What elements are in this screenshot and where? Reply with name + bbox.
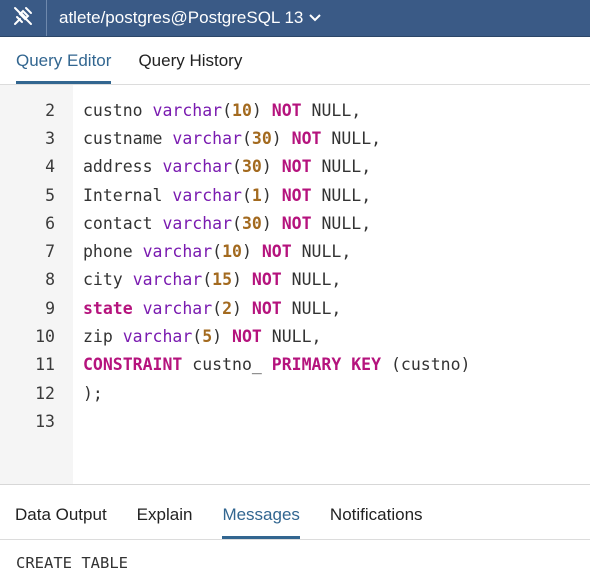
null-keyword: NULL, — [331, 128, 382, 148]
type-keyword: varchar — [142, 298, 213, 318]
size-value: 1 — [251, 185, 262, 205]
size-value: 30 — [241, 157, 262, 177]
column-name: contact — [83, 213, 153, 233]
tab-query-history[interactable]: Query History — [138, 51, 242, 84]
code-line: 7 phone varchar(10) NOT NULL, — [0, 237, 590, 265]
sql-editor[interactable]: 2 custno varchar(10) NOT NULL, 3 custnam… — [0, 85, 590, 485]
size-value: 5 — [202, 327, 213, 347]
tab-data-output[interactable]: Data Output — [15, 505, 107, 539]
column-name: zip — [83, 327, 113, 347]
line-number: 7 — [45, 242, 55, 262]
messages-panel: CREATE TABLE — [0, 540, 590, 572]
code-line: 6 contact varchar(30) NOT NULL, — [0, 209, 590, 237]
not-keyword: NOT — [281, 185, 312, 205]
column-name: custno — [83, 100, 143, 120]
code-line: 9 state varchar(2) NOT NULL, — [0, 294, 590, 322]
connection-plug-icon — [12, 5, 34, 32]
null-keyword: NULL, — [271, 327, 322, 347]
tab-query-editor[interactable]: Query Editor — [16, 51, 112, 84]
code-line: 12 ); — [0, 379, 590, 407]
not-keyword: NOT — [261, 242, 292, 262]
line-number: 12 — [35, 383, 55, 403]
line-number: 10 — [35, 327, 55, 347]
line-number: 4 — [45, 157, 55, 177]
size-value: 30 — [241, 213, 262, 233]
type-keyword: varchar — [162, 157, 233, 177]
column-name: custname — [83, 128, 163, 148]
line-number: 11 — [35, 355, 55, 375]
connection-bar: atlete/postgres@PostgreSQL 13 — [0, 0, 590, 37]
type-keyword: varchar — [152, 100, 223, 120]
column-name: state — [83, 298, 133, 318]
column-name: phone — [83, 242, 133, 262]
not-keyword: NOT — [291, 128, 322, 148]
closing-paren: ); — [83, 383, 103, 403]
constraint-columns: (custno) — [390, 355, 471, 375]
type-keyword: varchar — [172, 185, 242, 205]
null-keyword: NULL, — [291, 298, 342, 318]
column-name: Internal — [83, 185, 163, 205]
null-keyword: NULL, — [291, 270, 342, 290]
line-number: 3 — [45, 128, 55, 148]
connection-status[interactable] — [0, 0, 47, 36]
size-value: 30 — [251, 128, 272, 148]
line-number: 5 — [45, 185, 55, 205]
not-keyword: NOT — [281, 213, 312, 233]
line-number: 2 — [45, 100, 55, 120]
size-value: 2 — [222, 298, 233, 318]
null-keyword: NULL, — [311, 100, 362, 120]
type-keyword: varchar — [172, 128, 242, 148]
code-line: 13 — [0, 407, 590, 435]
column-name: address — [83, 157, 153, 177]
connection-label: atlete/postgres@PostgreSQL 13 — [59, 8, 304, 27]
tab-explain[interactable]: Explain — [137, 505, 193, 539]
not-keyword: NOT — [251, 298, 282, 318]
column-name: city — [83, 270, 123, 290]
line-number: 8 — [45, 270, 55, 290]
type-keyword: varchar — [132, 270, 203, 290]
line-number: 6 — [45, 213, 55, 233]
line-number: 13 — [35, 411, 55, 431]
type-keyword: varchar — [122, 327, 193, 347]
editor-tabs: Query Editor Query History — [0, 37, 590, 85]
code-line: 2 custno varchar(10) NOT NULL, — [0, 96, 590, 124]
not-keyword: NOT — [232, 327, 262, 347]
chevron-down-icon — [309, 14, 322, 22]
size-value: 10 — [232, 100, 252, 120]
tab-messages[interactable]: Messages — [222, 505, 300, 539]
code-line: 10 zip varchar(5) NOT NULL, — [0, 322, 590, 350]
line-number: 9 — [45, 298, 55, 318]
message-text: CREATE TABLE — [16, 554, 128, 572]
not-keyword: NOT — [281, 157, 312, 177]
null-keyword: NULL, — [321, 157, 372, 177]
output-tabs: Data Output Explain Messages Notificatio… — [0, 485, 590, 540]
tab-notifications[interactable]: Notifications — [330, 505, 423, 539]
null-keyword: NULL, — [321, 213, 372, 233]
null-keyword: NULL, — [321, 185, 372, 205]
connection-selector[interactable]: atlete/postgres@PostgreSQL 13 — [47, 0, 322, 36]
code-line: 11 CONSTRAINT custno_ PRIMARY KEY (custn… — [0, 351, 590, 379]
code-line: 3 custname varchar(30) NOT NULL, — [0, 124, 590, 152]
constraint-name: custno_ — [192, 355, 262, 375]
size-value: 10 — [222, 242, 242, 262]
primary-key-keyword: PRIMARY KEY — [271, 355, 382, 375]
type-keyword: varchar — [162, 213, 233, 233]
type-keyword: varchar — [142, 242, 213, 262]
not-keyword: NOT — [251, 270, 282, 290]
code-line: 5 Internal varchar(1) NOT NULL, — [0, 181, 590, 209]
size-value: 15 — [212, 270, 233, 290]
constraint-keyword: CONSTRAINT — [83, 355, 183, 375]
not-keyword: NOT — [271, 100, 302, 120]
code-line: 8 city varchar(15) NOT NULL, — [0, 266, 590, 294]
null-keyword: NULL, — [301, 242, 352, 262]
code-line: 4 address varchar(30) NOT NULL, — [0, 153, 590, 181]
